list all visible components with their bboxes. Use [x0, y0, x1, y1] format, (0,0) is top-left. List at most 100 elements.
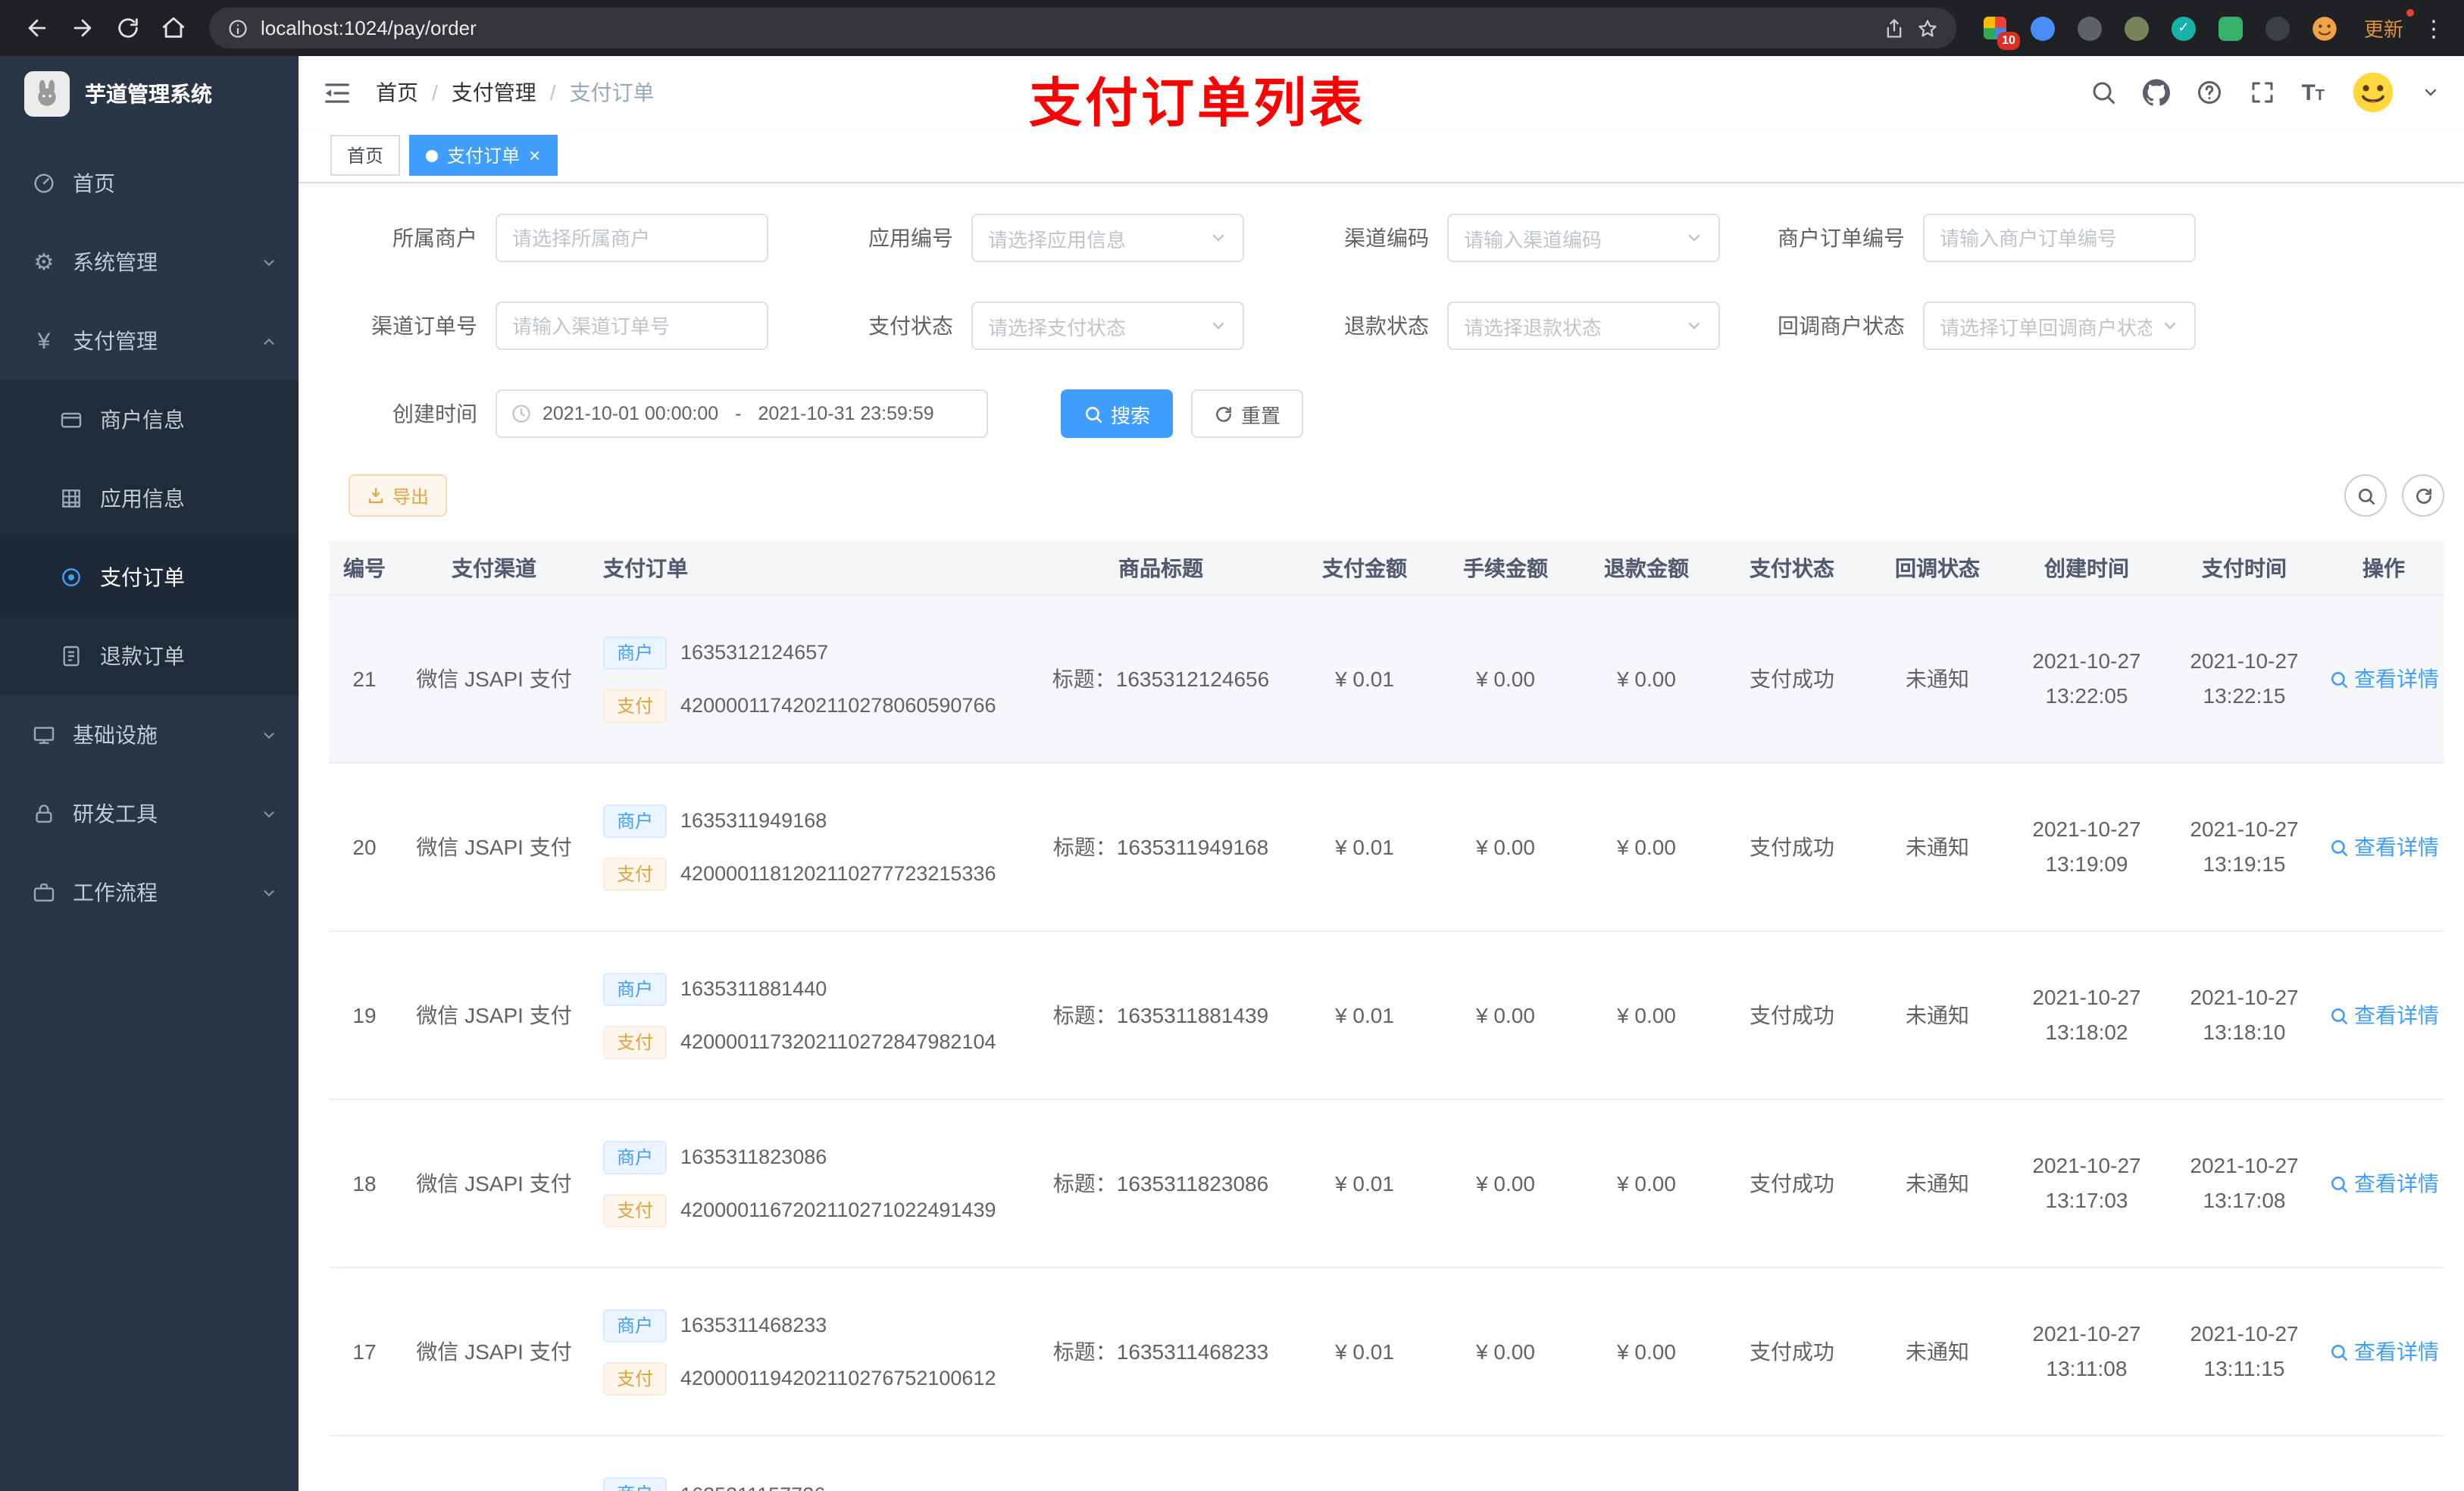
refund-status-select[interactable]: 请选择退款状态 — [1447, 302, 1720, 350]
cell-pay-time: 2021-10-27 13:17:08 — [2190, 1152, 2299, 1212]
merchant-order-no-field[interactable] — [1923, 214, 2196, 262]
table-row[interactable]: 17 微信 JSAPI 支付 商户 1635311468233 支付 4200001… — [329, 1268, 2444, 1436]
callback-status-select[interactable]: 请选择订单回调商户状态 — [1923, 302, 2196, 350]
dashboard-icon — [30, 171, 58, 195]
fullscreen-icon[interactable] — [2248, 79, 2275, 106]
table-header: 编号 支付渠道 支付订单 商品标题 支付金额 手续金额 退款金额 支付状态 回调… — [329, 541, 2444, 595]
sidebar-item-workflow[interactable]: 工作流程 — [0, 853, 299, 932]
user-avatar[interactable] — [2350, 70, 2396, 115]
search-button[interactable]: 搜索 — [1061, 389, 1174, 438]
cell-notify: 未通知 — [1906, 1003, 1969, 1027]
cell-pay-order: 商户 1635311823086 支付 4200001167202110271022… — [588, 1100, 1027, 1267]
back-icon[interactable] — [15, 7, 58, 49]
view-detail-link[interactable]: 查看详情 — [2328, 1168, 2439, 1199]
chevron-down-icon — [2161, 317, 2179, 335]
sidebar-item-payment[interactable]: ¥ 支付管理 — [0, 302, 299, 380]
breadcrumb-home[interactable]: 首页 — [376, 77, 418, 108]
chrome-menu-icon[interactable]: ⋮ — [2419, 14, 2449, 42]
reset-button[interactable]: 重置 — [1191, 389, 1304, 438]
sidebar-item-refund-order[interactable]: 退款订单 — [0, 617, 299, 695]
tab-home[interactable]: 首页 — [330, 135, 401, 176]
merchant-select[interactable] — [496, 214, 768, 262]
cell-fee: ¥ 0.00 — [1476, 835, 1535, 859]
github-icon[interactable] — [2142, 79, 2170, 106]
help-icon[interactable] — [2195, 79, 2222, 106]
bookmark-star-icon[interactable] — [1917, 17, 1938, 39]
font-size-icon[interactable]: TT — [2301, 80, 2325, 105]
cell-title: 标题：1635312124656 — [1052, 667, 1270, 691]
app-select[interactable]: 请选择应用信息 — [971, 214, 1244, 262]
forward-icon[interactable] — [61, 7, 103, 49]
tags-view: 首页 支付订单 × — [299, 129, 2464, 183]
cell-id: 18 — [352, 1171, 377, 1196]
screen: localhost:1024/pay/order 10 ✓ 更新 ⋮ 芋道管理系… — [0, 0, 2464, 1491]
site-info-icon[interactable] — [227, 17, 249, 39]
cell-channel: 微信 JSAPI 支付 — [416, 1339, 572, 1364]
avatar-dropdown-icon[interactable] — [2422, 83, 2440, 102]
share-icon[interactable] — [1884, 17, 1905, 39]
merchant-order-no-input[interactable] — [1940, 227, 2179, 249]
channel-code-select[interactable]: 请输入渠道编码 — [1447, 214, 1720, 262]
extension-icon-5[interactable]: ✓ — [2165, 10, 2202, 46]
export-button[interactable]: 导出 — [349, 474, 448, 517]
table-toolbar: 导出 — [329, 474, 2444, 517]
sidebar-item-infra[interactable]: 基础设施 — [0, 695, 299, 774]
extension-icon-2[interactable] — [2025, 10, 2061, 46]
update-dot — [2406, 9, 2414, 17]
filter-form: 所属商户 应用编号 请选择应用信息 渠道编码 — [329, 183, 2444, 438]
chevron-down-icon — [261, 805, 277, 822]
cell-fee: ¥ 0.00 — [1476, 1003, 1535, 1027]
create-time-range-picker[interactable]: 2021-10-01 00:00:00 - 2021-10-31 23:59:5… — [496, 389, 988, 438]
sidebar-item-pay-order[interactable]: 支付订单 — [0, 538, 299, 617]
merchant-label: 所属商户 — [392, 226, 477, 250]
sidebar-item-system[interactable]: ⚙ 系统管理 — [0, 223, 299, 302]
merchant-tag: 商户 — [603, 1308, 668, 1342]
view-detail-link[interactable]: 查看详情 — [2328, 1000, 2439, 1030]
extension-icon-3[interactable] — [2072, 10, 2108, 46]
extension-icon-1[interactable]: 10 — [1978, 10, 2020, 49]
cell-create-time: 2021-10-27 13:11:08 — [2032, 1321, 2141, 1380]
reload-icon[interactable] — [106, 7, 149, 49]
sidebar-item-app-info[interactable]: 应用信息 — [0, 459, 299, 538]
toggle-search-button[interactable] — [2344, 474, 2387, 517]
sidebar-item-dev-tools[interactable]: 研发工具 — [0, 774, 299, 853]
cell-status: 支付成功 — [1750, 1339, 1834, 1364]
table-row-partial[interactable]: 商户1635311157736 — [329, 1436, 2444, 1491]
channel-order-no-input[interactable] — [512, 314, 752, 337]
close-tab-icon[interactable]: × — [529, 144, 540, 167]
table-row[interactable]: 20 微信 JSAPI 支付 商户 1635311949168 支付 4200001… — [329, 764, 2444, 932]
sidebar-toggle-icon[interactable] — [323, 78, 352, 107]
table-row[interactable]: 19 微信 JSAPI 支付 商户 1635311881440 支付 4200001… — [329, 932, 2444, 1100]
address-bar[interactable]: localhost:1024/pay/order — [209, 8, 1956, 48]
extension-icon-8[interactable] — [2306, 10, 2343, 46]
cell-amount: ¥ 0.01 — [1335, 1339, 1394, 1364]
extension-icon-4[interactable] — [2118, 10, 2155, 46]
pay-status-select[interactable]: 请选择支付状态 — [971, 302, 1244, 350]
channel-order-no-field[interactable] — [496, 302, 768, 350]
extension-icon-6[interactable] — [2212, 10, 2249, 46]
view-detail-link[interactable]: 查看详情 — [2328, 664, 2439, 694]
chrome-update-button[interactable]: 更新 — [2352, 9, 2416, 45]
merchant-input[interactable] — [512, 227, 752, 249]
table-row[interactable]: 21 微信 JSAPI 支付 商户 1635312124657 支付 4200001… — [329, 595, 2444, 764]
yen-icon: ¥ — [37, 328, 51, 354]
cell-pay-order: 商户 1635311949168 支付 4200001181202110277723… — [588, 764, 1027, 930]
breadcrumb-pay-mgmt[interactable]: 支付管理 — [452, 77, 536, 108]
table-row[interactable]: 18 微信 JSAPI 支付 商户 1635311823086 支付 4200001… — [329, 1100, 2444, 1268]
tab-pay-order[interactable]: 支付订单 × — [409, 135, 558, 176]
cell-pay-time: 2021-10-27 13:11:15 — [2190, 1321, 2299, 1380]
search-icon[interactable] — [2089, 79, 2116, 106]
cell-id: 21 — [352, 667, 377, 691]
refresh-table-button[interactable] — [2402, 474, 2444, 517]
cell-channel: 微信 JSAPI 支付 — [416, 667, 572, 691]
sidebar-item-home[interactable]: 首页 — [0, 144, 299, 223]
view-detail-link[interactable]: 查看详情 — [2328, 1336, 2439, 1367]
app-logo[interactable]: 芋道管理系统 — [0, 56, 299, 132]
home-icon[interactable] — [152, 7, 194, 49]
sidebar-item-merchant-info[interactable]: 商户信息 — [0, 380, 299, 459]
view-detail-link[interactable]: 查看详情 — [2328, 832, 2439, 862]
cell-title: 标题：1635311881439 — [1052, 1003, 1269, 1027]
cell-notify: 未通知 — [1906, 667, 1969, 691]
chevron-down-icon — [1685, 317, 1703, 335]
extension-icon-7[interactable] — [2259, 10, 2296, 46]
